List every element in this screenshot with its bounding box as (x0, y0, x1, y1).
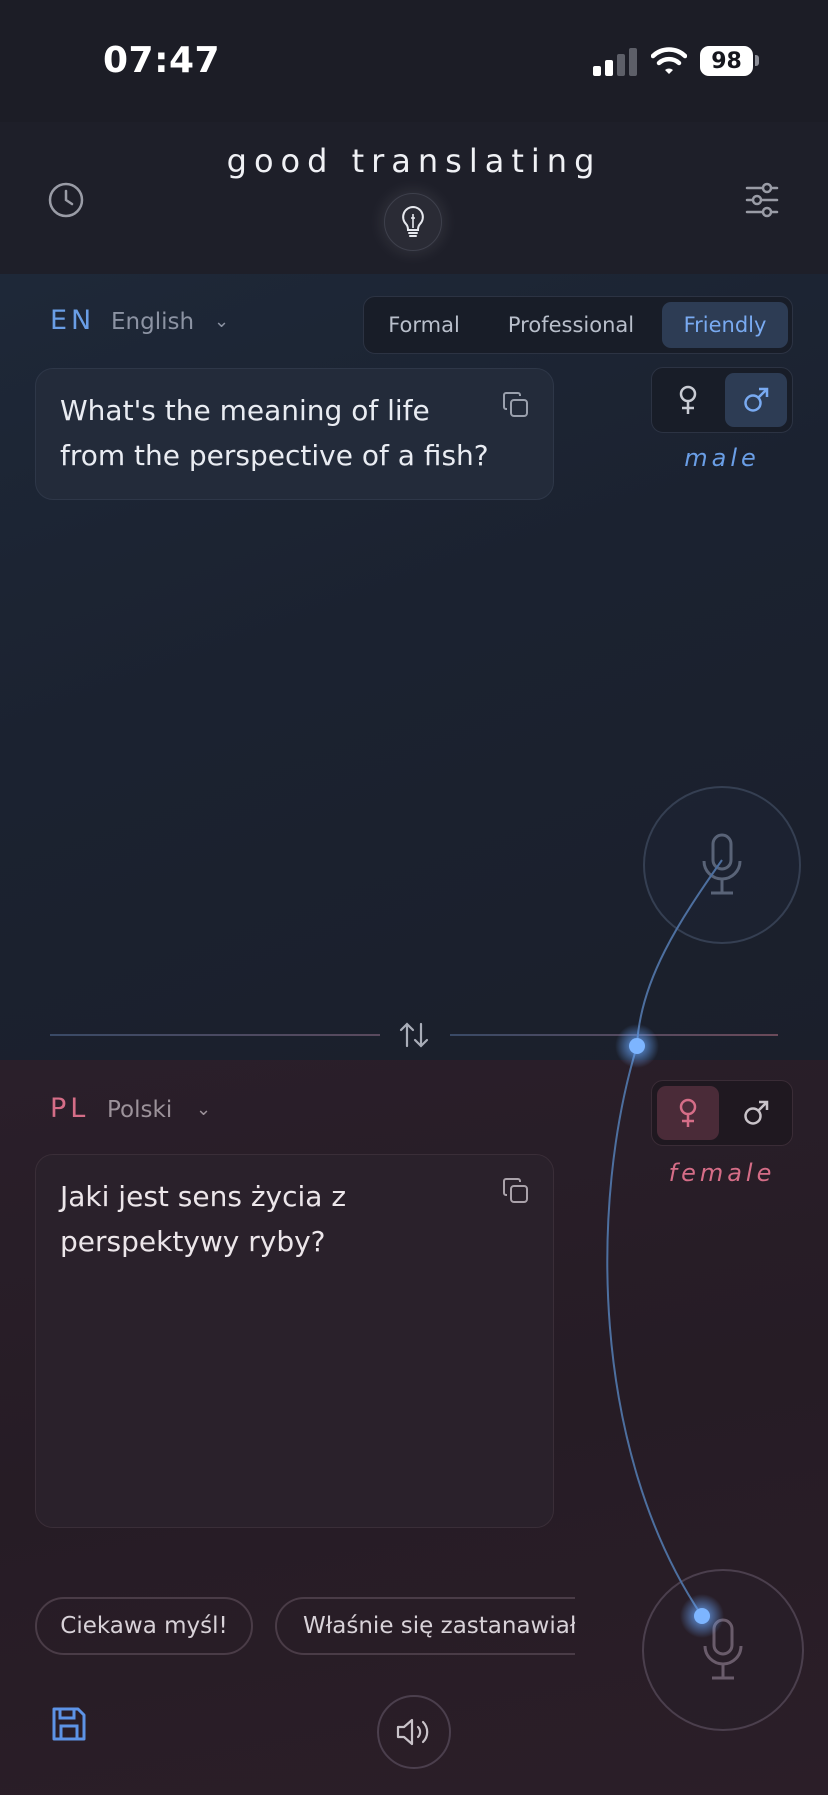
male-symbol-icon (744, 1100, 769, 1125)
status-time: 07:47 (103, 40, 221, 81)
target-male-button[interactable] (725, 1086, 787, 1140)
source-language-code: EN (50, 305, 96, 336)
lightbulb-icon (402, 205, 424, 237)
copy-icon[interactable] (501, 1176, 531, 1206)
microphone-icon (703, 1618, 743, 1680)
target-gender-label: female (668, 1159, 776, 1187)
chevron-down-icon[interactable]: ⌄ (196, 1099, 211, 1120)
save-floppy-icon[interactable] (51, 1706, 87, 1742)
signal-icon (593, 48, 637, 76)
tone-formal-button[interactable]: Formal (370, 302, 478, 348)
microphone-icon (702, 833, 742, 895)
suggestion-chip[interactable]: Właśnie się zastanawiałem (275, 1597, 575, 1655)
target-language-select[interactable]: Polski (107, 1097, 172, 1123)
female-symbol-icon (679, 1098, 697, 1127)
source-female-button[interactable] (657, 373, 719, 427)
speaker-button[interactable] (377, 1695, 451, 1769)
source-male-button[interactable] (725, 373, 787, 427)
source-gender-label: male (684, 444, 760, 472)
tone-professional-button[interactable]: Professional (490, 302, 652, 348)
divider (450, 1034, 778, 1036)
chevron-down-icon[interactable]: ⌄ (214, 311, 229, 332)
male-symbol-icon (744, 387, 769, 412)
wifi-icon (651, 47, 687, 74)
divider (50, 1034, 380, 1036)
source-language-select[interactable]: English (111, 309, 194, 335)
target-female-button[interactable] (657, 1086, 719, 1140)
female-symbol-icon (679, 385, 697, 414)
battery-nub (755, 55, 759, 66)
history-clock-icon[interactable] (44, 178, 88, 222)
copy-icon[interactable] (501, 390, 531, 420)
tone-friendly-button[interactable]: Friendly (662, 302, 788, 348)
target-text[interactable]: Jaki jest sens życia z perspektywy ryby? (60, 1174, 500, 1264)
swap-arrows-icon[interactable] (397, 1018, 431, 1052)
source-microphone-button[interactable] (643, 786, 801, 944)
app-title: good translating (226, 142, 602, 180)
battery-icon: 98 (700, 46, 753, 76)
source-text[interactable]: What's the meaning of life from the pers… (60, 388, 500, 478)
sliders-icon[interactable] (745, 181, 779, 219)
target-microphone-button[interactable] (642, 1569, 804, 1731)
speaker-icon (396, 1718, 429, 1746)
lightbulb-button[interactable] (384, 193, 442, 251)
target-language-code: PL (50, 1093, 90, 1124)
suggestion-chip[interactable]: Ciekawa myśl! (35, 1597, 253, 1655)
